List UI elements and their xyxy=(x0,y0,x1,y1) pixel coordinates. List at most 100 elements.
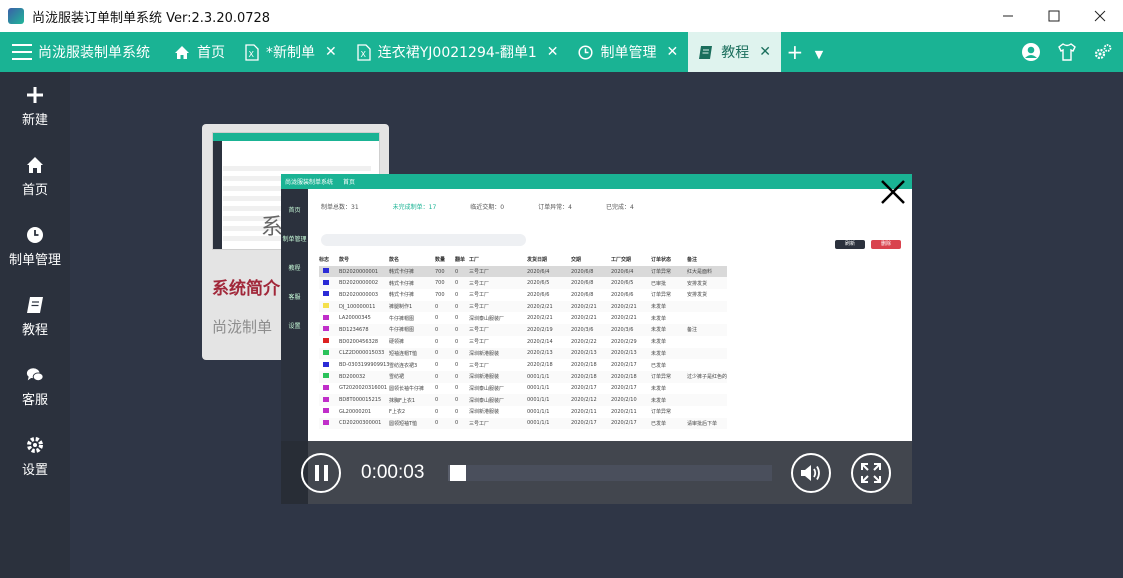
video-table-cell: 0 xyxy=(455,350,459,357)
tab-dress-order[interactable]: X 连衣裙YJ0021294-翻单1 ✕ xyxy=(347,32,569,72)
menu-icon[interactable] xyxy=(12,44,32,60)
home-icon xyxy=(27,157,43,173)
flag-icon xyxy=(323,268,329,274)
video-stat: 制单总数：31 xyxy=(321,204,359,211)
video-table-cell: BD2020000003 xyxy=(339,291,379,298)
sidebar-item-new[interactable]: 新建 xyxy=(0,72,70,142)
video-table-cell: 未发单 xyxy=(651,397,667,404)
minimize-button[interactable] xyxy=(985,0,1031,32)
video-table-row: BD200032 雪纺裙 0 0 深圳新港服装 0001/1/1 2020/2/18 2020… xyxy=(319,370,727,383)
video-table-cell: 2020/6/4 xyxy=(611,268,634,275)
flag-icon xyxy=(323,349,329,355)
video-table-cell: 0001/1/1 xyxy=(527,385,550,392)
clock-icon xyxy=(578,44,594,60)
playback-time: 0:00:03 xyxy=(361,462,425,483)
sidebar-item-settings[interactable]: 设置 xyxy=(0,422,70,492)
video-table-cell: 2020/2/13 xyxy=(611,350,637,357)
volume-button[interactable] xyxy=(791,453,831,493)
tab-close-icon[interactable]: ✕ xyxy=(325,44,337,60)
progress-bar[interactable] xyxy=(448,465,772,481)
user-icon[interactable] xyxy=(1021,42,1041,62)
video-table-cell: 三号工厂 xyxy=(469,362,490,369)
tab-new-order[interactable]: X *新制单 ✕ xyxy=(235,32,347,72)
video-table-cell: 已发单 xyxy=(651,362,667,369)
video-table-row: BD8T000015215 抹胸F上衣1 0 0 深圳泰山服装厂 0001/1/1 2020… xyxy=(319,394,727,406)
maximize-button[interactable] xyxy=(1031,0,1077,32)
pause-button[interactable] xyxy=(301,453,341,493)
video-table-cell: BD8T000015215 xyxy=(339,397,382,404)
sidebar-item-tutorial[interactable]: 教程 xyxy=(0,282,70,352)
video-table-cell: 2020/2/17 xyxy=(571,420,597,427)
video-table-row: CD20200300001 圆领短袖T恤 0 0 三号工厂 0001/1/1 2020/2/… xyxy=(319,417,727,430)
flag-icon xyxy=(323,326,329,332)
settings-icon[interactable] xyxy=(1093,42,1113,62)
video-table-cell: 已发单 xyxy=(651,420,667,427)
flag-icon xyxy=(323,303,329,309)
video-close-icon[interactable] xyxy=(880,179,906,205)
tab-close-icon[interactable]: ✕ xyxy=(547,44,559,60)
video-table-cell: 700 xyxy=(435,268,445,275)
video-table-cell: BD0200456328 xyxy=(339,338,379,345)
progress-thumb[interactable] xyxy=(449,465,466,481)
tab-close-icon[interactable]: ✕ xyxy=(759,44,771,60)
tab-order-management[interactable]: 制单管理 ✕ xyxy=(568,32,688,72)
fullscreen-button[interactable] xyxy=(851,453,891,493)
video-table-cell: 2020/2/21 xyxy=(527,315,553,322)
close-window-button[interactable] xyxy=(1077,0,1123,32)
video-table-cell: 2020/2/22 xyxy=(571,338,597,345)
video-table-cell: 0001/1/1 xyxy=(527,397,550,404)
book-icon xyxy=(27,297,43,313)
video-table-cell: 0 xyxy=(435,315,439,322)
video-table-cell: 红大是面料 xyxy=(687,269,713,276)
video-sidebar-item: 教程 xyxy=(288,265,301,272)
video-delete-button: 删除 xyxy=(871,240,901,249)
video-stat: 临近交期：0 xyxy=(470,204,505,211)
video-stats-row: 制单总数：31 未完成制单：17 临近交期：0 订单异常：4 已完成：4 xyxy=(321,202,634,211)
video-table-cell: 0001/1/1 xyxy=(527,373,550,380)
video-table-cell: 2020/2/21 xyxy=(527,303,553,310)
video-table-cell: 2020/6/6 xyxy=(611,291,634,298)
video-table-cell: 0 xyxy=(435,420,439,427)
video-table-cell: 韩式卡仔裤 xyxy=(389,292,415,299)
video-column-header: 款号 xyxy=(339,257,350,264)
video-table-cell: 2020/3/6 xyxy=(571,326,594,333)
flag-icon xyxy=(323,396,329,402)
window-titlebar: 尚泷服装订单制单系统 Ver:2.3.20.0728 xyxy=(0,0,1123,32)
video-table-cell: 深圳泰山服装厂 xyxy=(469,397,505,404)
video-app-brand: 尚泷服装制单系统 xyxy=(285,179,334,186)
video-table-cell: 深圳新港服装 xyxy=(469,409,500,416)
tab-close-icon[interactable]: ✕ xyxy=(666,44,678,60)
app-logo-icon xyxy=(8,8,24,24)
video-table-cell: 0 xyxy=(455,373,459,380)
video-table-cell: 2020/2/10 xyxy=(611,397,637,404)
video-table-cell: 圆领短袖T恤 xyxy=(389,420,418,427)
sidebar-item-order-management[interactable]: 制单管理 xyxy=(0,212,70,282)
tshirt-icon[interactable] xyxy=(1057,42,1077,62)
tab-tutorial[interactable]: 教程 ✕ xyxy=(688,32,781,72)
video-table-cell: 牛仔裤帽图 xyxy=(389,327,415,334)
video-stat: 订单异常：4 xyxy=(538,204,572,211)
video-table-cell: DJ_100000011 xyxy=(339,303,376,310)
close-icon xyxy=(1094,10,1106,22)
video-table-cell: 2020/6/8 xyxy=(571,291,594,298)
video-table-cell: GL20000201 xyxy=(339,408,372,415)
home-icon xyxy=(174,45,190,60)
minimize-icon xyxy=(1003,15,1013,17)
speaker-icon xyxy=(801,465,820,481)
add-tab-button[interactable]: + xyxy=(781,40,809,64)
video-table-cell: 2020/2/29 xyxy=(611,338,637,345)
video-table-cell: 2020/2/17 xyxy=(571,385,597,392)
video-table-cell: 2020/2/13 xyxy=(527,350,553,357)
video-table-cell: 订单异常 xyxy=(651,374,672,381)
video-controls: 0:00:03 xyxy=(281,441,912,504)
window-title: 尚泷服装订单制单系统 Ver:2.3.20.0728 xyxy=(32,10,271,26)
video-table-header: 标志 款号 款名 数量 翻单 工厂 发货日期 交期 工厂交期 订单状态 备注 xyxy=(319,254,727,266)
chevron-down-icon[interactable]: ▼ xyxy=(809,48,829,61)
sidebar-item-service[interactable]: 客服 xyxy=(0,352,70,422)
sidebar-item-home[interactable]: 首页 xyxy=(0,142,70,212)
video-table-cell: 雪纺裙 xyxy=(389,374,405,381)
video-table-cell: 裤腿制作1 xyxy=(389,304,413,311)
tab-home[interactable]: 首页 xyxy=(164,32,235,72)
video-table-cell: 安排发货 xyxy=(687,280,708,287)
top-tab-bar: 尚泷服装制单系统 首页 X *新制单 ✕ X 连衣裙YJ0021294-翻单1 … xyxy=(0,32,1123,72)
